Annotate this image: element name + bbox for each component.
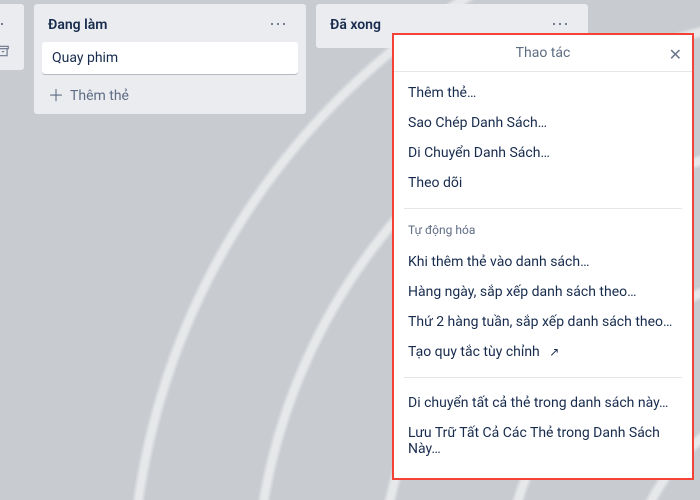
list-header: Đang làm ⋯ [42,10,298,42]
external-arrow-icon: ↗ [549,345,559,359]
action-watch[interactable]: Theo dõi [394,168,692,198]
list-title[interactable]: Đang làm [48,17,107,33]
popup-title: Thao tác [516,45,571,61]
action-move-all-cards[interactable]: Di chuyển tất cả thẻ trong danh sách này… [394,388,692,418]
list-actions-popup-highlight: Thao tác ✕ Thêm thẻ… Sao Chép Danh Sách…… [392,33,694,480]
action-daily-sort[interactable]: Hàng ngày, sắp xếp danh sách theo… [394,277,692,307]
close-icon[interactable]: ✕ [669,45,682,64]
action-weekly-sort[interactable]: Thứ 2 hàng tuần, sắp xếp danh sách theo… [394,307,692,337]
list-title[interactable]: Đã xong [330,17,381,33]
action-when-add-card[interactable]: Khi thêm thẻ vào danh sách… [394,247,692,277]
plus-icon: ＋ [48,88,64,104]
add-card-label: Thêm thẻ [70,88,129,104]
popup-section-footer: Di chuyển tất cả thẻ trong danh sách này… [394,382,692,470]
action-copy-list[interactable]: Sao Chép Danh Sách… [394,108,692,138]
divider [404,208,682,209]
list-partial: ⋯ [0,4,24,70]
popup-subtitle-automation: Tự động hóa [394,213,692,241]
action-add-card[interactable]: Thêm thẻ… [394,78,692,108]
divider [404,377,682,378]
list-actions-popup: Thao tác ✕ Thêm thẻ… Sao Chép Danh Sách…… [394,35,692,478]
popup-section-automation: Khi thêm thẻ vào danh sách… Hàng ngày, s… [394,241,692,373]
popup-section-main: Thêm thẻ… Sao Chép Danh Sách… Di Chuyển … [394,72,692,204]
add-card-button[interactable]: ＋ Thêm thẻ [42,82,298,108]
action-move-list[interactable]: Di Chuyển Danh Sách… [394,138,692,168]
list-doing: Đang làm ⋯ Quay phim ＋ Thêm thẻ [34,4,306,114]
list-header: ⋯ [0,10,16,42]
action-custom-rule-label: Tạo quy tắc tùy chỉnh [408,344,540,360]
more-icon[interactable]: ⋯ [0,14,12,36]
action-custom-rule[interactable]: Tạo quy tắc tùy chỉnh ↗ [394,337,692,367]
action-archive-all-cards[interactable]: Lưu Trữ Tất Cả Các Thẻ trong Danh Sách N… [394,418,692,464]
more-icon[interactable]: ⋯ [263,14,294,36]
card[interactable]: Quay phim [42,42,298,74]
popup-header: Thao tác ✕ [394,35,692,72]
archive-icon[interactable] [0,42,16,64]
